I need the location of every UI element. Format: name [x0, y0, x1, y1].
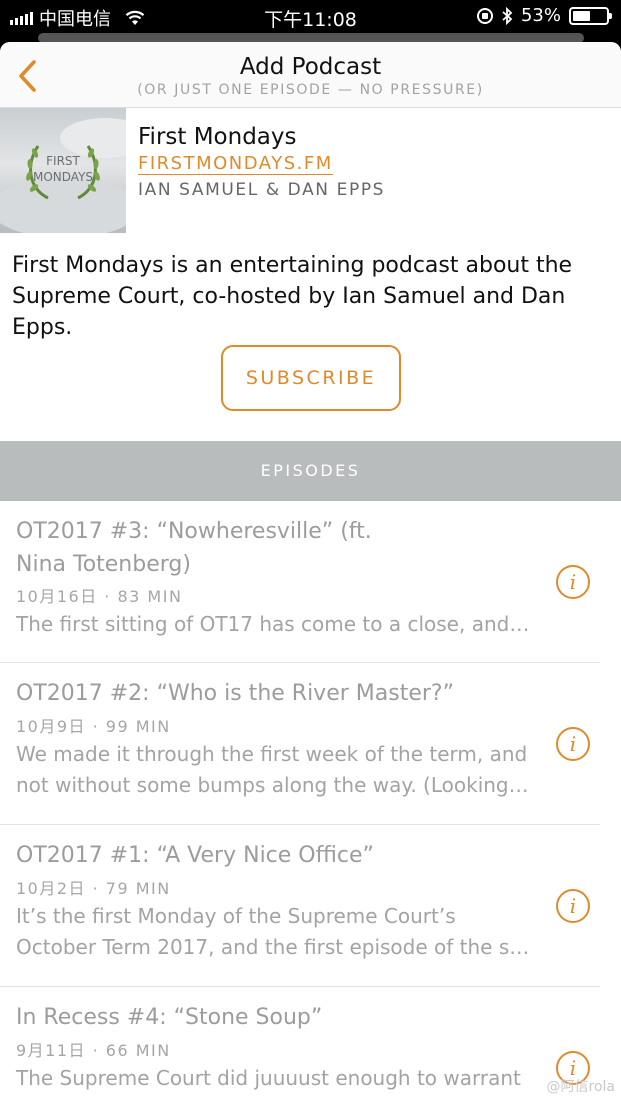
info-icon[interactable]: i: [556, 565, 590, 599]
add-podcast-sheet: Add Podcast (OR JUST ONE EPISODE — NO PR…: [0, 42, 621, 1104]
episode-title: In Recess #4: “Stone Soup”: [16, 1005, 323, 1030]
episode-row[interactable]: OT2017 #3: “Nowheresville” (ft. Nina Tot…: [0, 501, 600, 663]
episode-row[interactable]: OT2017 #2: “Who is the River Master?” 10…: [0, 663, 600, 825]
artwork-text-line2: MONDAYS: [32, 170, 94, 184]
episode-description: We made it through the first week of the…: [16, 742, 529, 797]
episode-title: OT2017 #3: “Nowheresville” (ft. Nina Tot…: [16, 519, 372, 577]
episode-row[interactable]: In Recess #4: “Stone Soup” 9月11日 · 66 MI…: [0, 987, 600, 1104]
info-icon[interactable]: i: [556, 889, 590, 923]
podcast-header: FIRST MONDAYS First Mondays FIRSTMONDAYS…: [0, 108, 621, 233]
episode-title: OT2017 #1: “A Very Nice Office”: [16, 843, 374, 868]
podcast-website-link[interactable]: FIRSTMONDAYS.FM: [138, 154, 333, 175]
episode-description: The Supreme Court did juuuust enough to …: [16, 1066, 521, 1090]
episode-description: It’s the first Monday of the Supreme Cou…: [16, 904, 530, 959]
battery-percent: 53%: [520, 5, 561, 26]
podcast-artwork: FIRST MONDAYS: [0, 108, 126, 233]
subscribe-button[interactable]: SUBSCRIBE: [221, 345, 401, 411]
battery-icon: [569, 6, 612, 25]
watermark: @阿信rola: [546, 1079, 615, 1095]
page-subtitle: (OR JUST ONE EPISODE — NO PRESSURE): [137, 82, 484, 98]
nav-bar: Add Podcast (OR JUST ONE EPISODE — NO PR…: [0, 42, 621, 108]
episode-meta: 9月11日 · 66 MIN: [16, 1041, 171, 1060]
episode-meta: 10月2日 · 79 MIN: [16, 879, 171, 898]
episode-meta: 10月9日 · 99 MIN: [16, 717, 171, 736]
info-icon[interactable]: i: [556, 727, 590, 761]
podcast-title: First Mondays: [138, 124, 297, 150]
episode-title: OT2017 #2: “Who is the River Master?”: [16, 681, 454, 706]
artwork-text-line1: FIRST: [46, 154, 80, 168]
rotation-lock-icon: [476, 7, 493, 24]
podcast-description: First Mondays is an entertaining podcast…: [12, 253, 573, 340]
page-title: Add Podcast: [239, 54, 382, 80]
episode-description: The first sitting of OT17 has come to a …: [16, 612, 530, 636]
podcast-authors: IAN SAMUEL & DAN EPPS: [138, 180, 386, 200]
episode-row[interactable]: OT2017 #1: “A Very Nice Office” 10月2日 · …: [0, 825, 600, 987]
status-bar: 中国电信 下午11:08 53%: [0, 0, 621, 34]
episodes-section-header: EPISODES: [0, 441, 621, 501]
episode-meta: 10月16日 · 83 MIN: [16, 587, 183, 606]
bluetooth-icon: [502, 6, 513, 25]
